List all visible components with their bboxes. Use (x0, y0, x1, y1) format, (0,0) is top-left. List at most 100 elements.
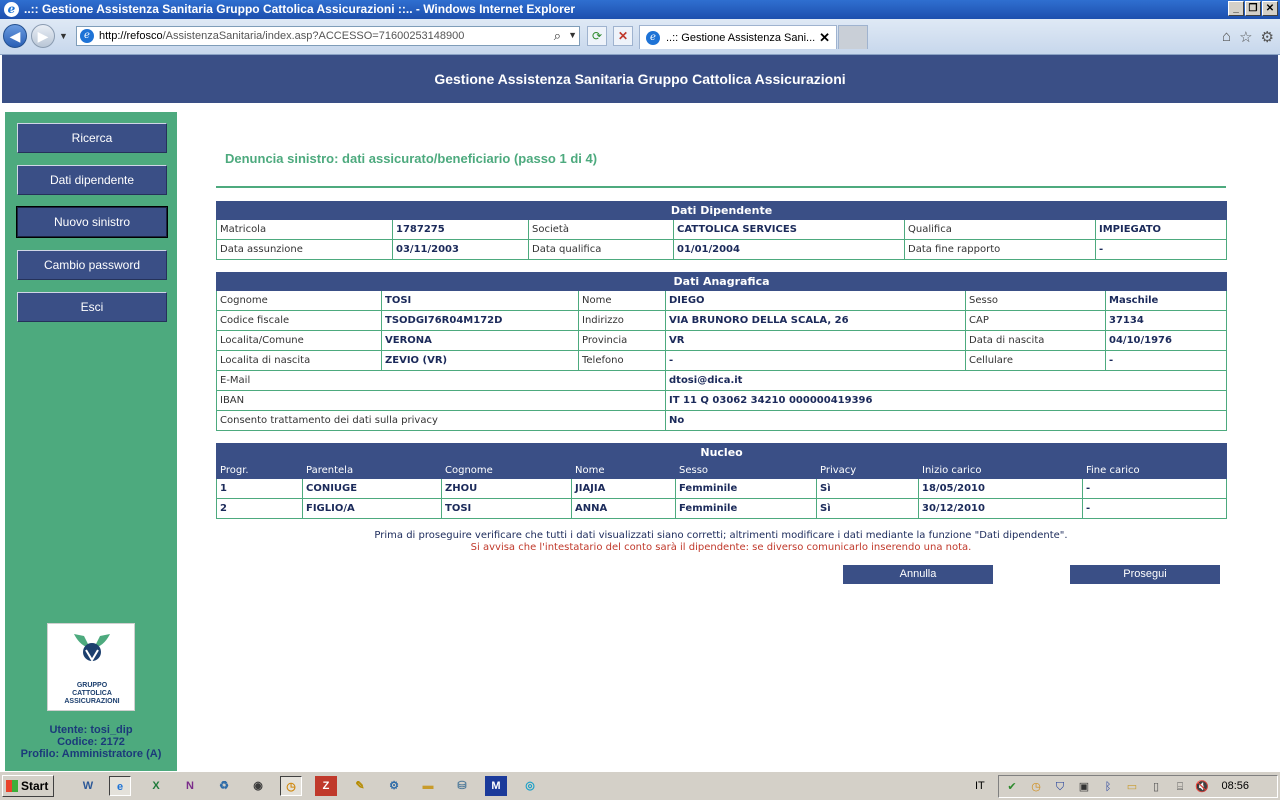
start-button[interactable]: Start (2, 775, 54, 797)
volume-muted-tray-icon[interactable]: 🔇 (1195, 780, 1209, 794)
field-value: IT 11 Q 03062 34210 000000419396 (664, 390, 1228, 411)
close-window-button[interactable]: ✕ (1262, 1, 1278, 16)
table-cell: 18/05/2010 (918, 478, 1083, 499)
table-row: Codice fiscale TSODGI76R04M172D Indirizz… (216, 310, 1228, 331)
field-label: Codice fiscale (216, 310, 382, 331)
folder-app-icon[interactable]: ▬ (417, 776, 439, 796)
close-tab-icon[interactable]: ✕ (819, 30, 830, 46)
tab-page-icon: e (646, 31, 660, 45)
word-app-icon[interactable]: W (77, 776, 99, 796)
circle-app-icon[interactable]: ◉ (247, 776, 269, 796)
display-tray-icon[interactable]: ▭ (1125, 780, 1139, 794)
section-header: Dati Anagrafica (215, 272, 1228, 291)
logo-emblem-icon (74, 634, 110, 662)
new-tab-button[interactable] (838, 25, 868, 49)
network-app-icon[interactable]: ⚙ (383, 776, 405, 796)
refresh-icon[interactable]: ⟳ (587, 26, 607, 46)
table-cell: - (1081, 478, 1228, 499)
column-header: Privacy (816, 461, 919, 479)
sidebar-item-dati-dipendente[interactable]: Dati dipendente (17, 165, 167, 195)
stop-icon[interactable]: ✕ (613, 26, 633, 46)
column-header: Fine carico (1081, 461, 1228, 479)
sidebar-item-cambio-password[interactable]: Cambio password (17, 250, 167, 280)
excel-app-icon[interactable]: X (145, 776, 167, 796)
table-row: Localita/Comune VERONA Provincia VR Data… (216, 330, 1228, 351)
window-title: ..:: Gestione Assistenza Sanitaria Grupp… (24, 2, 576, 16)
security-tray-icon[interactable]: ✔ (1005, 780, 1019, 794)
window-titlebar: e ..:: Gestione Assistenza Sanitaria Gru… (0, 0, 1280, 19)
filezilla-app-icon[interactable]: Z (315, 776, 337, 796)
battery-tray-icon[interactable]: ▯ (1149, 780, 1163, 794)
table-row: IBAN IT 11 Q 03062 34210 000000419396 (216, 390, 1228, 411)
address-url[interactable]: http://refosco/AssistenzaSanitaria/index… (99, 30, 464, 42)
field-label: Sesso (965, 290, 1106, 311)
clock[interactable]: 08:56 (1221, 780, 1249, 792)
field-label: Localita/Comune (216, 330, 382, 351)
field-label: Cognome (216, 290, 382, 311)
field-label: Nome (578, 290, 666, 311)
next-button[interactable]: Prosegui (1070, 565, 1220, 584)
language-indicator[interactable]: IT (975, 780, 985, 792)
sidebar-item-ricerca[interactable]: Ricerca (17, 123, 167, 153)
field-label: Matricola (216, 219, 393, 240)
ring-app-icon[interactable]: ◎ (519, 776, 541, 796)
address-bar[interactable]: e http://refosco/AssistenzaSanitaria/ind… (76, 26, 580, 46)
forward-icon[interactable]: ▶ (31, 24, 55, 48)
column-header: Progr. (216, 461, 303, 479)
field-value: No (664, 410, 1228, 431)
field-label: Qualifica (904, 219, 1096, 240)
network-tray-icon[interactable]: ⌸ (1173, 780, 1187, 794)
field-value: TOSI (381, 290, 579, 311)
internet-explorer-app-icon[interactable]: e (109, 776, 131, 796)
dati-anagrafica-table: Dati Anagrafica Cognome TOSI Nome DIEGO … (215, 272, 1228, 431)
field-label: E-Mail (216, 370, 666, 391)
search-icon[interactable]: ⌕ (554, 28, 561, 44)
taskbar: Start W e X N ♻ ◉ ◷ Z ✎ ⚙ ▬ ⛁ M ◎ IT ✔ ◷… (0, 771, 1280, 800)
recent-pages-dropdown-icon[interactable]: ▼ (59, 31, 68, 41)
cancel-button[interactable]: Annulla (843, 565, 993, 584)
table-cell: Femminile (675, 498, 817, 519)
table-row: Cognome TOSI Nome DIEGO Sesso Maschile (216, 290, 1228, 311)
clock-app-icon[interactable]: ◷ (280, 776, 302, 796)
sidebar-item-esci[interactable]: Esci (17, 292, 167, 322)
bluetooth-tray-icon[interactable]: ᛒ (1101, 780, 1115, 794)
table-cell: CONIUGE (302, 478, 442, 499)
start-label: Start (21, 779, 49, 793)
table-cell: Sì (816, 478, 919, 499)
recycle-app-icon[interactable]: ♻ (213, 776, 235, 796)
field-value: - (1104, 350, 1228, 371)
browser-tab[interactable]: e ..:: Gestione Assistenza Sani... ✕ (639, 25, 837, 49)
clock-tray-icon[interactable]: ◷ (1029, 780, 1043, 794)
address-dropdown-icon[interactable]: ▼ (568, 30, 577, 40)
table-cell: ZHOU (441, 478, 572, 499)
monitor-tray-icon[interactable]: ▣ (1077, 780, 1091, 794)
restore-button[interactable]: ❐ (1245, 1, 1261, 16)
field-label: IBAN (216, 390, 666, 411)
window-controls: _ ❐ ✕ (1228, 1, 1278, 16)
table-cell: 2 (216, 498, 303, 519)
column-header: Sesso (675, 461, 817, 479)
tools-icon[interactable]: ⚙ (1261, 28, 1274, 46)
ie-icon: e (4, 2, 19, 17)
favorites-icon[interactable]: ☆ (1239, 28, 1252, 46)
home-icon[interactable]: ⌂ (1222, 28, 1231, 46)
table-cell: 30/12/2010 (918, 498, 1083, 519)
minimize-button[interactable]: _ (1228, 1, 1244, 16)
section-header: Nucleo (215, 443, 1228, 462)
database-app-icon[interactable]: ⛁ (451, 776, 473, 796)
logo-text: GRUPPO CATTOLICA ASSICURAZIONI (64, 682, 120, 705)
dati-dipendente-table: Dati Dipendente Matricola 1787275 Societ… (216, 201, 1227, 260)
notepad-app-icon[interactable]: ✎ (349, 776, 371, 796)
user-name: Utente: tosi_dip (49, 724, 133, 736)
field-value: 1787275 (392, 219, 529, 240)
field-value: DIEGO (665, 290, 966, 311)
m-app-icon[interactable]: M (485, 776, 507, 796)
shield-tray-icon[interactable]: ⛉ (1053, 780, 1067, 794)
field-label: Data assunzione (216, 239, 393, 260)
back-icon[interactable]: ◀ (3, 24, 27, 48)
sidebar-item-nuovo-sinistro[interactable]: Nuovo sinistro (16, 206, 168, 238)
onenote-app-icon[interactable]: N (179, 776, 201, 796)
field-label: CAP (965, 310, 1106, 331)
field-value: 01/01/2004 (673, 239, 905, 260)
table-cell: Femminile (675, 478, 817, 499)
